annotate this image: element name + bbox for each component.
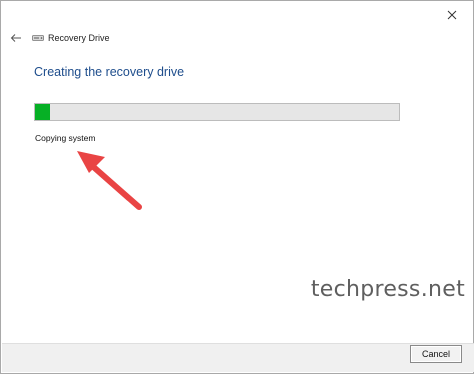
window-title: Recovery Drive (48, 33, 110, 43)
back-arrow-icon (10, 34, 21, 42)
close-button[interactable] (437, 3, 467, 27)
watermark-text: techpress.net (310, 277, 465, 302)
close-icon (447, 10, 457, 20)
status-text: Copying system (35, 133, 96, 143)
page-heading: Creating the recovery drive (34, 65, 185, 79)
footer-bar (2, 343, 474, 372)
annotation-arrow (77, 151, 142, 210)
title-bar: Recovery Drive (32, 30, 110, 46)
progress-bar (34, 103, 400, 121)
progress-fill (35, 104, 50, 120)
back-button[interactable] (7, 29, 25, 47)
recovery-drive-window: Recovery Drive Creating the recovery dri… (0, 0, 474, 374)
drive-icon (32, 35, 44, 41)
cancel-button[interactable]: Cancel (410, 345, 462, 363)
